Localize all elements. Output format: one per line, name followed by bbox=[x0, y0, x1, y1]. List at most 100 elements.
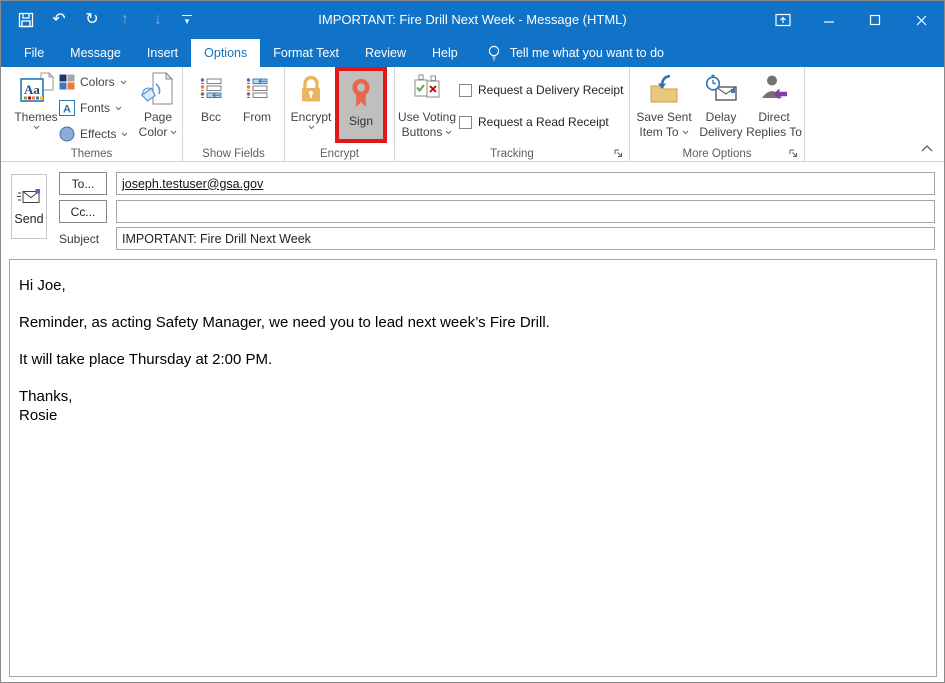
fonts-label: Fonts bbox=[80, 101, 110, 115]
use-voting-buttons-button[interactable]: Use Voting Buttons bbox=[397, 70, 457, 140]
group-more-options: Save Sent Item To Delay Delivery Direct … bbox=[630, 67, 805, 161]
group-show-fields: Bcc From Show Fields bbox=[183, 67, 285, 161]
direct-replies-to-button[interactable]: Direct Replies To bbox=[746, 70, 802, 140]
colors-icon bbox=[59, 74, 75, 90]
tab-options[interactable]: Options bbox=[191, 39, 260, 67]
customize-qat-icon[interactable]: ▾ bbox=[182, 15, 192, 25]
message-window: ↶ ↻ ↑ ↓ ▾ IMPORTANT: Fire Drill Next Wee… bbox=[0, 0, 945, 683]
from-button[interactable]: From bbox=[235, 70, 279, 125]
tab-message[interactable]: Message bbox=[57, 39, 134, 67]
save-sent-icon bbox=[648, 70, 680, 108]
delivery-receipt-label[interactable]: Request a Delivery Receipt bbox=[478, 83, 623, 97]
to-field[interactable]: joseph.testuser@gsa.gov bbox=[116, 172, 935, 195]
colors-label: Colors bbox=[80, 75, 115, 89]
redo-icon[interactable]: ↻ bbox=[83, 11, 101, 29]
cc-field[interactable] bbox=[116, 200, 935, 223]
maximize-button[interactable] bbox=[852, 1, 898, 39]
chevron-down-icon bbox=[115, 106, 122, 111]
chevron-down-icon bbox=[445, 130, 452, 135]
ribbon: Aa Themes Colors A Fonts Effect bbox=[1, 67, 944, 162]
effects-icon bbox=[59, 126, 75, 142]
tracking-dialog-launcher-icon[interactable] bbox=[613, 146, 625, 158]
chevron-down-icon bbox=[682, 130, 689, 135]
themes-button[interactable]: Aa Themes bbox=[11, 70, 61, 130]
delay-delivery-label-line1: Delay bbox=[706, 110, 737, 125]
effects-button[interactable]: Effects bbox=[59, 121, 128, 147]
sign-ribbon-icon bbox=[348, 75, 374, 111]
ribbon-tab-row: File Message Insert Options Format Text … bbox=[1, 39, 944, 67]
bcc-label: Bcc bbox=[201, 110, 221, 125]
to-recipient[interactable]: joseph.testuser@gsa.gov bbox=[122, 177, 263, 191]
group-label-more-options: More Options bbox=[630, 148, 804, 160]
tab-file[interactable]: File bbox=[11, 39, 57, 67]
subject-value: IMPORTANT: Fire Drill Next Week bbox=[122, 232, 311, 246]
voting-label-line1: Use Voting bbox=[398, 110, 456, 125]
tab-review[interactable]: Review bbox=[352, 39, 419, 67]
cc-button[interactable]: Cc... bbox=[59, 200, 107, 223]
fonts-button[interactable]: A Fonts bbox=[59, 95, 128, 121]
chevron-down-icon bbox=[121, 132, 128, 137]
title-bar: ↶ ↻ ↑ ↓ ▾ IMPORTANT: Fire Drill Next Wee… bbox=[1, 1, 944, 39]
save-icon[interactable] bbox=[17, 11, 35, 29]
body-closing: Thanks, bbox=[19, 387, 927, 406]
encrypt-button[interactable]: Encrypt bbox=[289, 70, 333, 130]
group-tracking: Use Voting Buttons Request a Delivery Re… bbox=[395, 67, 630, 161]
subject-label: Subject bbox=[59, 228, 99, 251]
colors-button[interactable]: Colors bbox=[59, 69, 128, 95]
to-button[interactable]: To... bbox=[59, 172, 107, 195]
request-delivery-receipt-row: Request a Delivery Receipt bbox=[459, 83, 623, 97]
move-up-icon: ↑ bbox=[116, 11, 134, 29]
read-receipt-checkbox[interactable] bbox=[459, 116, 472, 129]
read-receipt-label[interactable]: Request a Read Receipt bbox=[478, 115, 609, 129]
delay-delivery-button[interactable]: Delay Delivery bbox=[694, 70, 748, 140]
sign-button[interactable]: Sign bbox=[335, 67, 387, 143]
message-body-editor[interactable]: Hi Joe, Reminder, as acting Safety Manag… bbox=[9, 259, 937, 677]
tab-format-text[interactable]: Format Text bbox=[260, 39, 352, 67]
group-encrypt: Encrypt Sign Encrypt bbox=[285, 67, 395, 161]
tell-me-box[interactable]: Tell me what you want to do bbox=[487, 39, 664, 67]
group-themes: Aa Themes Colors A Fonts Effect bbox=[1, 67, 183, 161]
close-button[interactable] bbox=[898, 1, 944, 39]
from-icon bbox=[246, 70, 268, 108]
themes-small-buttons: Colors A Fonts Effects bbox=[59, 69, 128, 147]
page-color-button[interactable]: Page Color bbox=[135, 70, 181, 140]
send-envelope-icon bbox=[17, 188, 42, 206]
ribbon-display-options-icon[interactable] bbox=[760, 1, 806, 39]
send-button[interactable]: Send bbox=[11, 174, 47, 239]
save-sent-item-to-button[interactable]: Save Sent Item To bbox=[634, 70, 694, 140]
body-greeting: Hi Joe, bbox=[19, 276, 927, 295]
themes-icon: Aa bbox=[18, 70, 55, 108]
body-signature: Rosie bbox=[19, 406, 927, 425]
page-color-label-line2: Color bbox=[139, 125, 168, 140]
page-color-icon bbox=[141, 70, 175, 108]
collapse-ribbon-icon[interactable] bbox=[920, 139, 934, 157]
minimize-button[interactable] bbox=[806, 1, 852, 39]
move-down-icon: ↓ bbox=[149, 11, 167, 29]
group-label-show-fields: Show Fields bbox=[183, 148, 284, 160]
tab-help[interactable]: Help bbox=[419, 39, 471, 67]
bcc-button[interactable]: Bcc bbox=[191, 70, 231, 125]
undo-icon[interactable]: ↶ bbox=[50, 11, 68, 29]
save-sent-label-line1: Save Sent bbox=[636, 110, 691, 125]
chevron-down-icon bbox=[33, 125, 40, 130]
effects-label: Effects bbox=[80, 127, 116, 141]
chevron-down-icon bbox=[120, 80, 127, 85]
tell-me-label: Tell me what you want to do bbox=[510, 46, 664, 60]
from-label: From bbox=[243, 110, 271, 125]
request-read-receipt-row: Request a Read Receipt bbox=[459, 115, 609, 129]
delay-delivery-icon bbox=[704, 70, 738, 108]
send-label: Send bbox=[14, 212, 43, 226]
group-label-encrypt: Encrypt bbox=[285, 148, 394, 160]
subject-field[interactable]: IMPORTANT: Fire Drill Next Week bbox=[116, 227, 935, 250]
delivery-receipt-checkbox[interactable] bbox=[459, 84, 472, 97]
body-paragraph: It will take place Thursday at 2:00 PM. bbox=[19, 350, 927, 369]
quick-access-toolbar: ↶ ↻ ↑ ↓ ▾ bbox=[17, 1, 192, 39]
compose-header: Send To... Cc... Subject joseph.testuser… bbox=[1, 162, 944, 259]
more-options-dialog-launcher-icon[interactable] bbox=[788, 146, 800, 158]
body-paragraph: Reminder, as acting Safety Manager, we n… bbox=[19, 313, 927, 332]
direct-replies-icon bbox=[759, 70, 789, 108]
direct-replies-label-line1: Direct bbox=[758, 110, 789, 125]
encrypt-label: Encrypt bbox=[291, 110, 332, 125]
chevron-down-icon bbox=[170, 130, 177, 135]
tab-insert[interactable]: Insert bbox=[134, 39, 191, 67]
